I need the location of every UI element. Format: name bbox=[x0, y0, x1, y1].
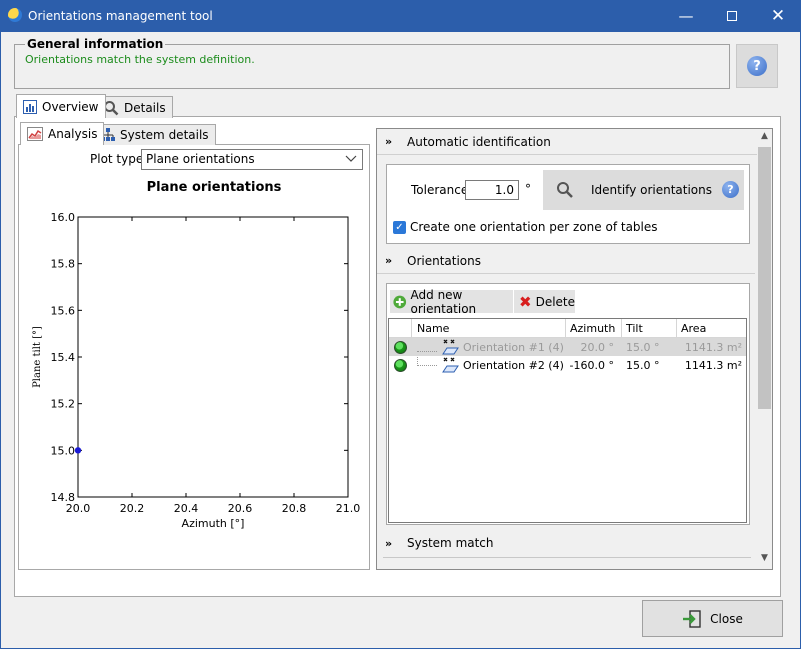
delete-icon: ✖ bbox=[519, 292, 532, 311]
general-info-title: General information bbox=[25, 37, 166, 51]
add-icon bbox=[393, 295, 407, 308]
close-window-button[interactable]: ✕ bbox=[755, 0, 801, 32]
table-row[interactable]: Orientation #2 (4) -160.0 ° 15.0 ° 1141.… bbox=[389, 356, 746, 374]
table-header-status bbox=[389, 319, 412, 337]
close-button-label: Close bbox=[710, 611, 743, 626]
zone-tables-checkbox-label: Create one orientation per zone of table… bbox=[410, 220, 658, 234]
orientation-tilt: 15.0 ° bbox=[626, 358, 660, 372]
collapse-icon: » bbox=[385, 135, 392, 148]
tree-connector bbox=[417, 356, 437, 366]
chevron-down-icon bbox=[345, 155, 357, 162]
delete-button[interactable]: ✖ Delete bbox=[514, 290, 575, 313]
tolerance-unit: ° bbox=[525, 182, 531, 196]
tab-overview-label: Overview bbox=[42, 99, 99, 114]
orientation-area: 1141.3 m² bbox=[684, 340, 742, 354]
tolerance-label: Tolerance bbox=[411, 183, 469, 197]
orientations-header[interactable]: » Orientations bbox=[377, 248, 755, 274]
general-info-message: Orientations match the system definition… bbox=[25, 53, 255, 66]
title-bar: Orientations management tool — ✕ bbox=[0, 0, 801, 32]
plot-type-value: Plane orientations bbox=[146, 152, 255, 166]
identify-orientations-label: Identify orientations bbox=[591, 183, 713, 197]
y-axis-label: Plane tilt [°] bbox=[32, 326, 43, 388]
table-header: Name Azimuth Tilt Area bbox=[389, 319, 746, 338]
scrollbar-thumb[interactable] bbox=[758, 147, 771, 409]
identify-orientations-button[interactable]: Identify orientations bbox=[543, 170, 744, 210]
identify-help-icon[interactable]: ? bbox=[722, 181, 739, 198]
status-ok-icon bbox=[394, 340, 407, 354]
orientations-table: Name Azimuth Tilt Area Orientation #1 (4… bbox=[388, 318, 747, 523]
orientation-plane-icon bbox=[442, 339, 459, 355]
x-axis-label: Azimuth [°] bbox=[182, 517, 245, 530]
line-chart-icon bbox=[27, 127, 43, 141]
orientation-name: Orientation #2 (4) bbox=[463, 358, 564, 372]
y-tick-label: 14.8 bbox=[51, 491, 76, 504]
orientation-area: 1141.3 m² bbox=[684, 358, 742, 372]
x-tick-label: 21.0 bbox=[336, 502, 361, 515]
x-tick-label: 20.2 bbox=[120, 502, 145, 515]
help-button[interactable]: ? bbox=[736, 44, 778, 88]
plot-type-label: Plot type bbox=[90, 152, 144, 166]
tab-analysis-label: Analysis bbox=[48, 127, 98, 141]
y-tick-label: 15.6 bbox=[51, 304, 76, 317]
zone-tables-checkbox-row[interactable]: ✓ Create one orientation per zone of tab… bbox=[393, 220, 658, 234]
tab-system-details-label: System details bbox=[120, 128, 209, 142]
y-tick-label: 15.0 bbox=[51, 444, 76, 457]
column-tilt[interactable]: Tilt bbox=[622, 319, 677, 337]
tree-connector bbox=[417, 343, 437, 352]
close-button[interactable]: Close bbox=[642, 600, 783, 637]
data-point bbox=[74, 447, 82, 454]
add-orientation-label: Add new orientation bbox=[410, 287, 477, 316]
delete-label: Delete bbox=[535, 294, 576, 309]
chart-title: Plane orientations bbox=[146, 180, 282, 195]
orientation-name: Orientation #1 (4) bbox=[463, 340, 564, 354]
y-tick-label: 15.2 bbox=[51, 398, 76, 411]
window-title: Orientations management tool bbox=[28, 9, 213, 23]
expand-icon: » bbox=[385, 536, 392, 550]
column-name[interactable]: Name bbox=[412, 319, 566, 337]
scroll-down-icon[interactable]: ▼ bbox=[758, 553, 771, 567]
y-tick-label: 15.8 bbox=[51, 258, 76, 271]
y-tick-label: 16.0 bbox=[51, 211, 76, 224]
plot-type-select[interactable]: Plane orientations bbox=[141, 149, 363, 170]
column-azimuth[interactable]: Azimuth bbox=[566, 319, 622, 337]
minimize-button[interactable]: — bbox=[663, 0, 709, 32]
magnifier-icon bbox=[557, 182, 573, 198]
app-icon bbox=[8, 8, 22, 22]
tab-analysis[interactable]: Analysis bbox=[20, 122, 105, 145]
scroll-up-icon[interactable]: ▲ bbox=[758, 131, 771, 145]
tab-details[interactable]: Details bbox=[96, 96, 173, 118]
x-tick-label: 20.6 bbox=[228, 502, 253, 515]
auto-identification-header[interactable]: » Automatic identification bbox=[377, 129, 772, 155]
orientation-azimuth: -160.0 ° bbox=[569, 358, 614, 372]
orientation-tilt: 15.0 ° bbox=[626, 340, 660, 354]
plot-area bbox=[77, 216, 349, 498]
system-match-header[interactable]: » System match bbox=[377, 530, 755, 556]
orientations-title: Orientations bbox=[407, 253, 481, 268]
add-orientation-button[interactable]: Add new orientation bbox=[390, 287, 513, 316]
plane-orientations-chart: 20.0 20.2 20.4 20.6 20.8 21.016.015.815.615.4… bbox=[32, 211, 361, 530]
tab-details-label: Details bbox=[124, 100, 166, 115]
tab-system-details[interactable]: System details bbox=[94, 124, 216, 145]
table-row[interactable]: Orientation #1 (4) 20.0 ° 15.0 ° 1141.3 … bbox=[389, 338, 746, 356]
system-match-title: System match bbox=[407, 536, 494, 550]
orientation-plane-icon bbox=[442, 357, 459, 373]
maximize-icon bbox=[727, 11, 737, 21]
bar-chart-icon bbox=[23, 99, 37, 114]
zone-tables-checkbox[interactable]: ✓ bbox=[393, 220, 406, 234]
tolerance-input[interactable]: 1.0 bbox=[465, 180, 519, 200]
maximize-button[interactable] bbox=[709, 0, 755, 32]
auto-identification-title: Automatic identification bbox=[407, 134, 551, 149]
y-tick-label: 15.4 bbox=[51, 351, 76, 364]
exit-icon bbox=[683, 609, 701, 628]
section-divider bbox=[383, 557, 751, 558]
status-ok-icon bbox=[394, 358, 407, 372]
column-area[interactable]: Area bbox=[677, 319, 746, 337]
x-tick-label: 20.4 bbox=[174, 502, 199, 515]
collapse-icon: » bbox=[385, 254, 392, 267]
tab-overview[interactable]: Overview bbox=[16, 94, 106, 118]
x-tick-label: 20.8 bbox=[282, 502, 307, 515]
orientation-azimuth: 20.0 ° bbox=[580, 340, 615, 354]
help-icon: ? bbox=[747, 56, 767, 76]
